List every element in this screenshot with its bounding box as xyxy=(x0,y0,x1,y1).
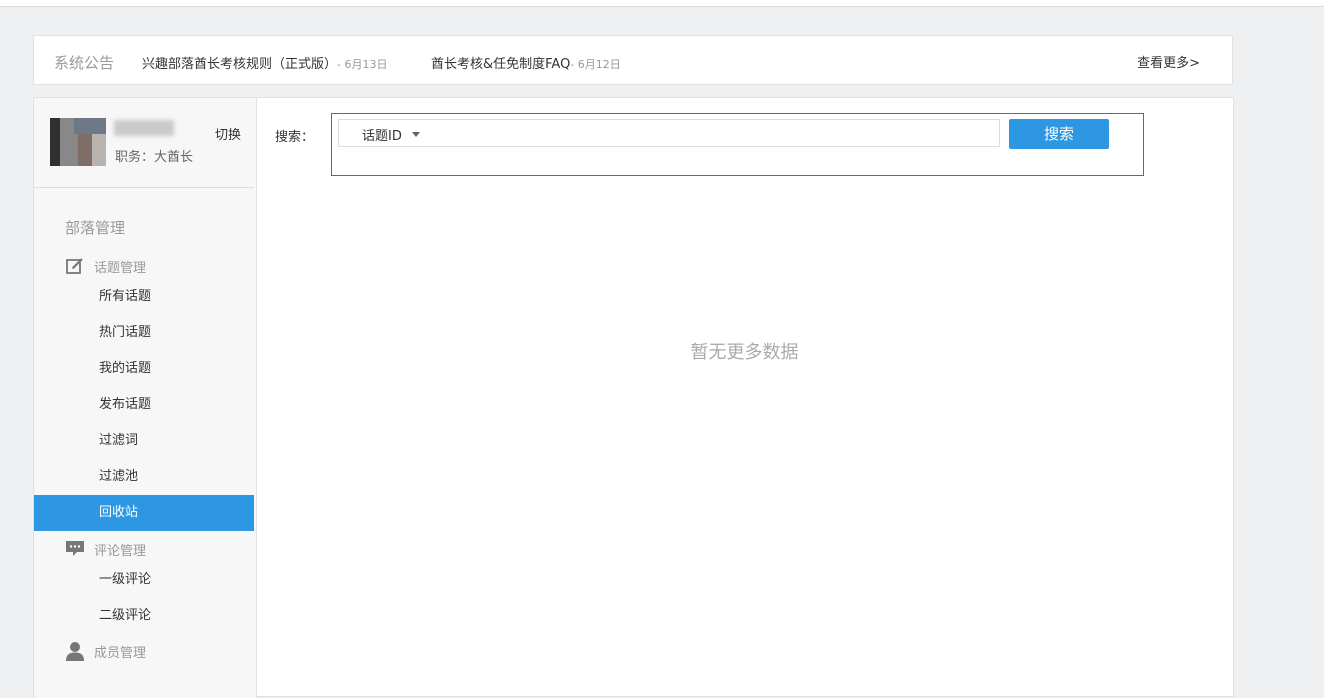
chevron-down-icon xyxy=(411,132,420,137)
profile-role: 职务：大酋长 xyxy=(115,150,194,165)
top-edge xyxy=(0,0,1324,7)
group-label: 成员管理 xyxy=(94,645,147,661)
avatar xyxy=(50,118,106,166)
nav-item-recycle-bin[interactable]: 回收站 xyxy=(34,495,254,531)
announcement-title[interactable]: 酋长考核&任免制度FAQ xyxy=(431,57,570,72)
username-blurred xyxy=(114,120,174,136)
comment-icon xyxy=(65,539,85,559)
group-member-management[interactable]: 成员管理 xyxy=(65,641,146,661)
nav-item-hot-topics[interactable]: 热门话题 xyxy=(34,315,254,351)
main-panel: 职务：大酋长 切换 部落管理 话题管理 所有话题 热门话题 我的话题 发布话题 … xyxy=(33,97,1234,698)
switch-account-link[interactable]: 切换 xyxy=(215,124,241,143)
nav-item-publish-topic[interactable]: 发布话题 xyxy=(34,387,254,423)
search-input[interactable] xyxy=(449,122,993,146)
announcement-title[interactable]: 兴趣部落酋长考核规则（正式版） xyxy=(142,57,337,72)
section-title: 部落管理 xyxy=(65,219,126,237)
group-topic-management[interactable]: 话题管理 xyxy=(65,256,146,276)
search-type-value: 话题ID xyxy=(362,129,402,144)
nav-item-my-topics[interactable]: 我的话题 xyxy=(34,351,254,387)
announcement-link[interactable]: 酋长考核&任免制度FAQ- 6月12日 xyxy=(431,53,621,72)
view-more-link[interactable]: 查看更多> xyxy=(1137,52,1200,71)
announcement-date: - 6月13日 xyxy=(337,58,388,71)
user-icon xyxy=(65,641,85,661)
nav-item-filter-pool[interactable]: 过滤池 xyxy=(34,459,254,495)
group-label: 评论管理 xyxy=(94,543,147,559)
search-button[interactable]: 搜索 xyxy=(1009,119,1109,149)
search-box: 话题ID xyxy=(338,119,1000,147)
content-area: 搜索： 话题ID 搜索 暂无更多数据 xyxy=(256,98,1233,698)
group-comment-management[interactable]: 评论管理 xyxy=(65,539,146,559)
nav-item-level2-comments[interactable]: 二级评论 xyxy=(34,598,254,634)
nav-item-level1-comments[interactable]: 一级评论 xyxy=(34,562,254,598)
search-label: 搜索： xyxy=(275,130,315,145)
search-type-select[interactable]: 话题ID xyxy=(362,125,420,144)
edit-icon xyxy=(65,256,85,276)
announcement-date: - 6月12日 xyxy=(570,58,621,71)
profile-card: 职务：大酋长 切换 xyxy=(34,98,254,188)
nav-item-all-topics[interactable]: 所有话题 xyxy=(34,279,254,315)
announcement-bar: 系统公告 兴趣部落酋长考核规则（正式版）- 6月13日 酋长考核&任免制度FAQ… xyxy=(33,35,1233,85)
sidebar: 职务：大酋长 切换 部落管理 话题管理 所有话题 热门话题 我的话题 发布话题 … xyxy=(34,98,257,698)
announcement-link[interactable]: 兴趣部落酋长考核规则（正式版）- 6月13日 xyxy=(142,53,387,72)
announcement-label: 系统公告 xyxy=(54,54,115,72)
empty-state-text: 暂无更多数据 xyxy=(690,342,799,363)
nav-item-filter-words[interactable]: 过滤词 xyxy=(34,423,254,459)
group-label: 话题管理 xyxy=(94,260,147,276)
